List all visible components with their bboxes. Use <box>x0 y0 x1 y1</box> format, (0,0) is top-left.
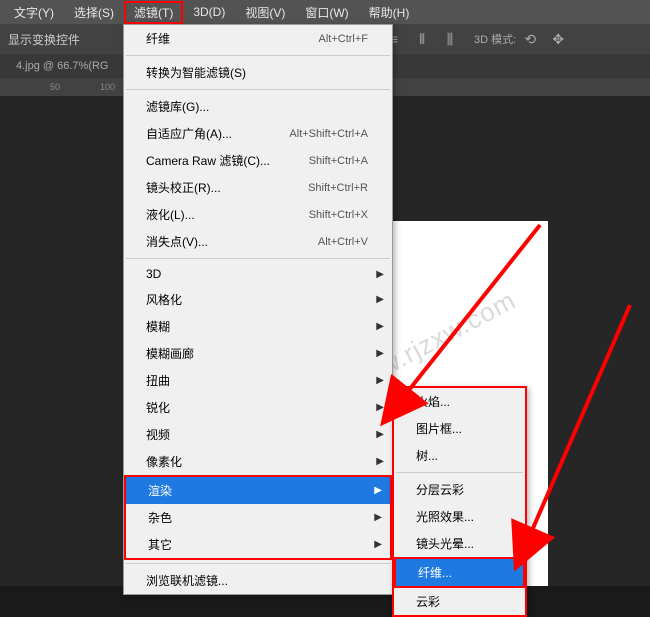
render-submenu: 火焰... 图片框... 树... 分层云彩 光照效果... 镜头光晕... 纤… <box>392 386 527 617</box>
menu-filter[interactable]: 滤镜(T) <box>124 1 183 24</box>
menu-camera-raw[interactable]: Camera Raw 滤镜(C)...Shift+Ctrl+A <box>124 147 392 174</box>
pan-icon[interactable]: ✥ <box>548 29 568 49</box>
menu-convert-smart[interactable]: 转换为智能滤镜(S) <box>124 59 392 86</box>
menu-view[interactable]: 视图(V) <box>235 1 295 24</box>
menu-filter-gallery[interactable]: 滤镜库(G)... <box>124 93 392 120</box>
menu-other[interactable]: 其它▶ <box>126 531 390 558</box>
submenu-picture-frame[interactable]: 图片框... <box>394 415 525 442</box>
menu-render[interactable]: 渲染▶ <box>126 477 390 504</box>
submenu-flame[interactable]: 火焰... <box>394 388 525 415</box>
chevron-right-icon: ▶ <box>376 402 384 413</box>
menu-adaptive[interactable]: 自适应广角(A)...Alt+Shift+Ctrl+A <box>124 120 392 147</box>
menu-vanish[interactable]: 消失点(V)...Alt+Ctrl+V <box>124 228 392 255</box>
menu-sharpen[interactable]: 锐化▶ <box>124 394 392 421</box>
chevron-right-icon: ▶ <box>376 348 384 359</box>
submenu-lighting[interactable]: 光照效果... <box>394 503 525 530</box>
menubar: 文字(Y) 选择(S) 滤镜(T) 3D(D) 视图(V) 窗口(W) 帮助(H… <box>0 0 650 24</box>
chevron-right-icon: ▶ <box>374 539 382 550</box>
menu-blur[interactable]: 模糊▶ <box>124 313 392 340</box>
submenu-clouds-diff[interactable]: 分层云彩 <box>394 476 525 503</box>
ruler-tick: 100 <box>100 82 115 92</box>
separator <box>126 55 390 56</box>
chevron-right-icon: ▶ <box>376 269 384 280</box>
menu-noise[interactable]: 杂色▶ <box>126 504 390 531</box>
menu-text[interactable]: 文字(Y) <box>4 1 64 24</box>
menu-pixelate[interactable]: 像素化▶ <box>124 448 392 475</box>
align-icon[interactable]: ⫴ <box>412 29 432 49</box>
submenu-clouds[interactable]: 云彩 <box>394 588 525 615</box>
menu-lens[interactable]: 镜头校正(R)...Shift+Ctrl+R <box>124 174 392 201</box>
chevron-right-icon: ▶ <box>376 375 384 386</box>
orbit-icon[interactable]: ⟲ <box>520 29 540 49</box>
chevron-right-icon: ▶ <box>376 321 384 332</box>
chevron-right-icon: ▶ <box>374 512 382 523</box>
menu-select[interactable]: 选择(S) <box>64 1 124 24</box>
document-tab[interactable]: 4.jpg @ 66.7%(RG <box>8 60 117 72</box>
ruler-tick: 50 <box>50 82 60 92</box>
menu-stylize[interactable]: 风格化▶ <box>124 286 392 313</box>
menu-help[interactable]: 帮助(H) <box>359 1 420 24</box>
separator <box>126 89 390 90</box>
submenu-fibers[interactable]: 纤维... <box>396 559 523 586</box>
chevron-right-icon: ▶ <box>376 456 384 467</box>
menu-last-filter[interactable]: 纤维 Alt+Ctrl+F <box>124 25 392 52</box>
menu-browse-online[interactable]: 浏览联机滤镜... <box>124 567 392 594</box>
toolbar-label: 显示变换控件 <box>8 31 80 48</box>
menu-liquify[interactable]: 液化(L)...Shift+Ctrl+X <box>124 201 392 228</box>
filter-dropdown: 纤维 Alt+Ctrl+F 转换为智能滤镜(S) 滤镜库(G)... 自适应广角… <box>123 24 393 595</box>
menu-blur-gallery[interactable]: 模糊画廊▶ <box>124 340 392 367</box>
align-icon[interactable]: ⫼ <box>440 29 460 49</box>
menu-video[interactable]: 视频▶ <box>124 421 392 448</box>
menu-3d-cat[interactable]: 3D▶ <box>124 262 392 286</box>
submenu-lens-flare[interactable]: 镜头光晕... <box>394 530 525 557</box>
menu-distort[interactable]: 扭曲▶ <box>124 367 392 394</box>
separator <box>126 563 390 564</box>
menu-3d[interactable]: 3D(D) <box>183 2 235 22</box>
separator <box>396 472 523 473</box>
chevron-right-icon: ▶ <box>374 485 382 496</box>
menu-window[interactable]: 窗口(W) <box>295 1 358 24</box>
chevron-right-icon: ▶ <box>376 429 384 440</box>
submenu-tree[interactable]: 树... <box>394 442 525 469</box>
mode-3d-label: 3D 模式: <box>474 31 516 47</box>
separator <box>126 258 390 259</box>
chevron-right-icon: ▶ <box>376 294 384 305</box>
